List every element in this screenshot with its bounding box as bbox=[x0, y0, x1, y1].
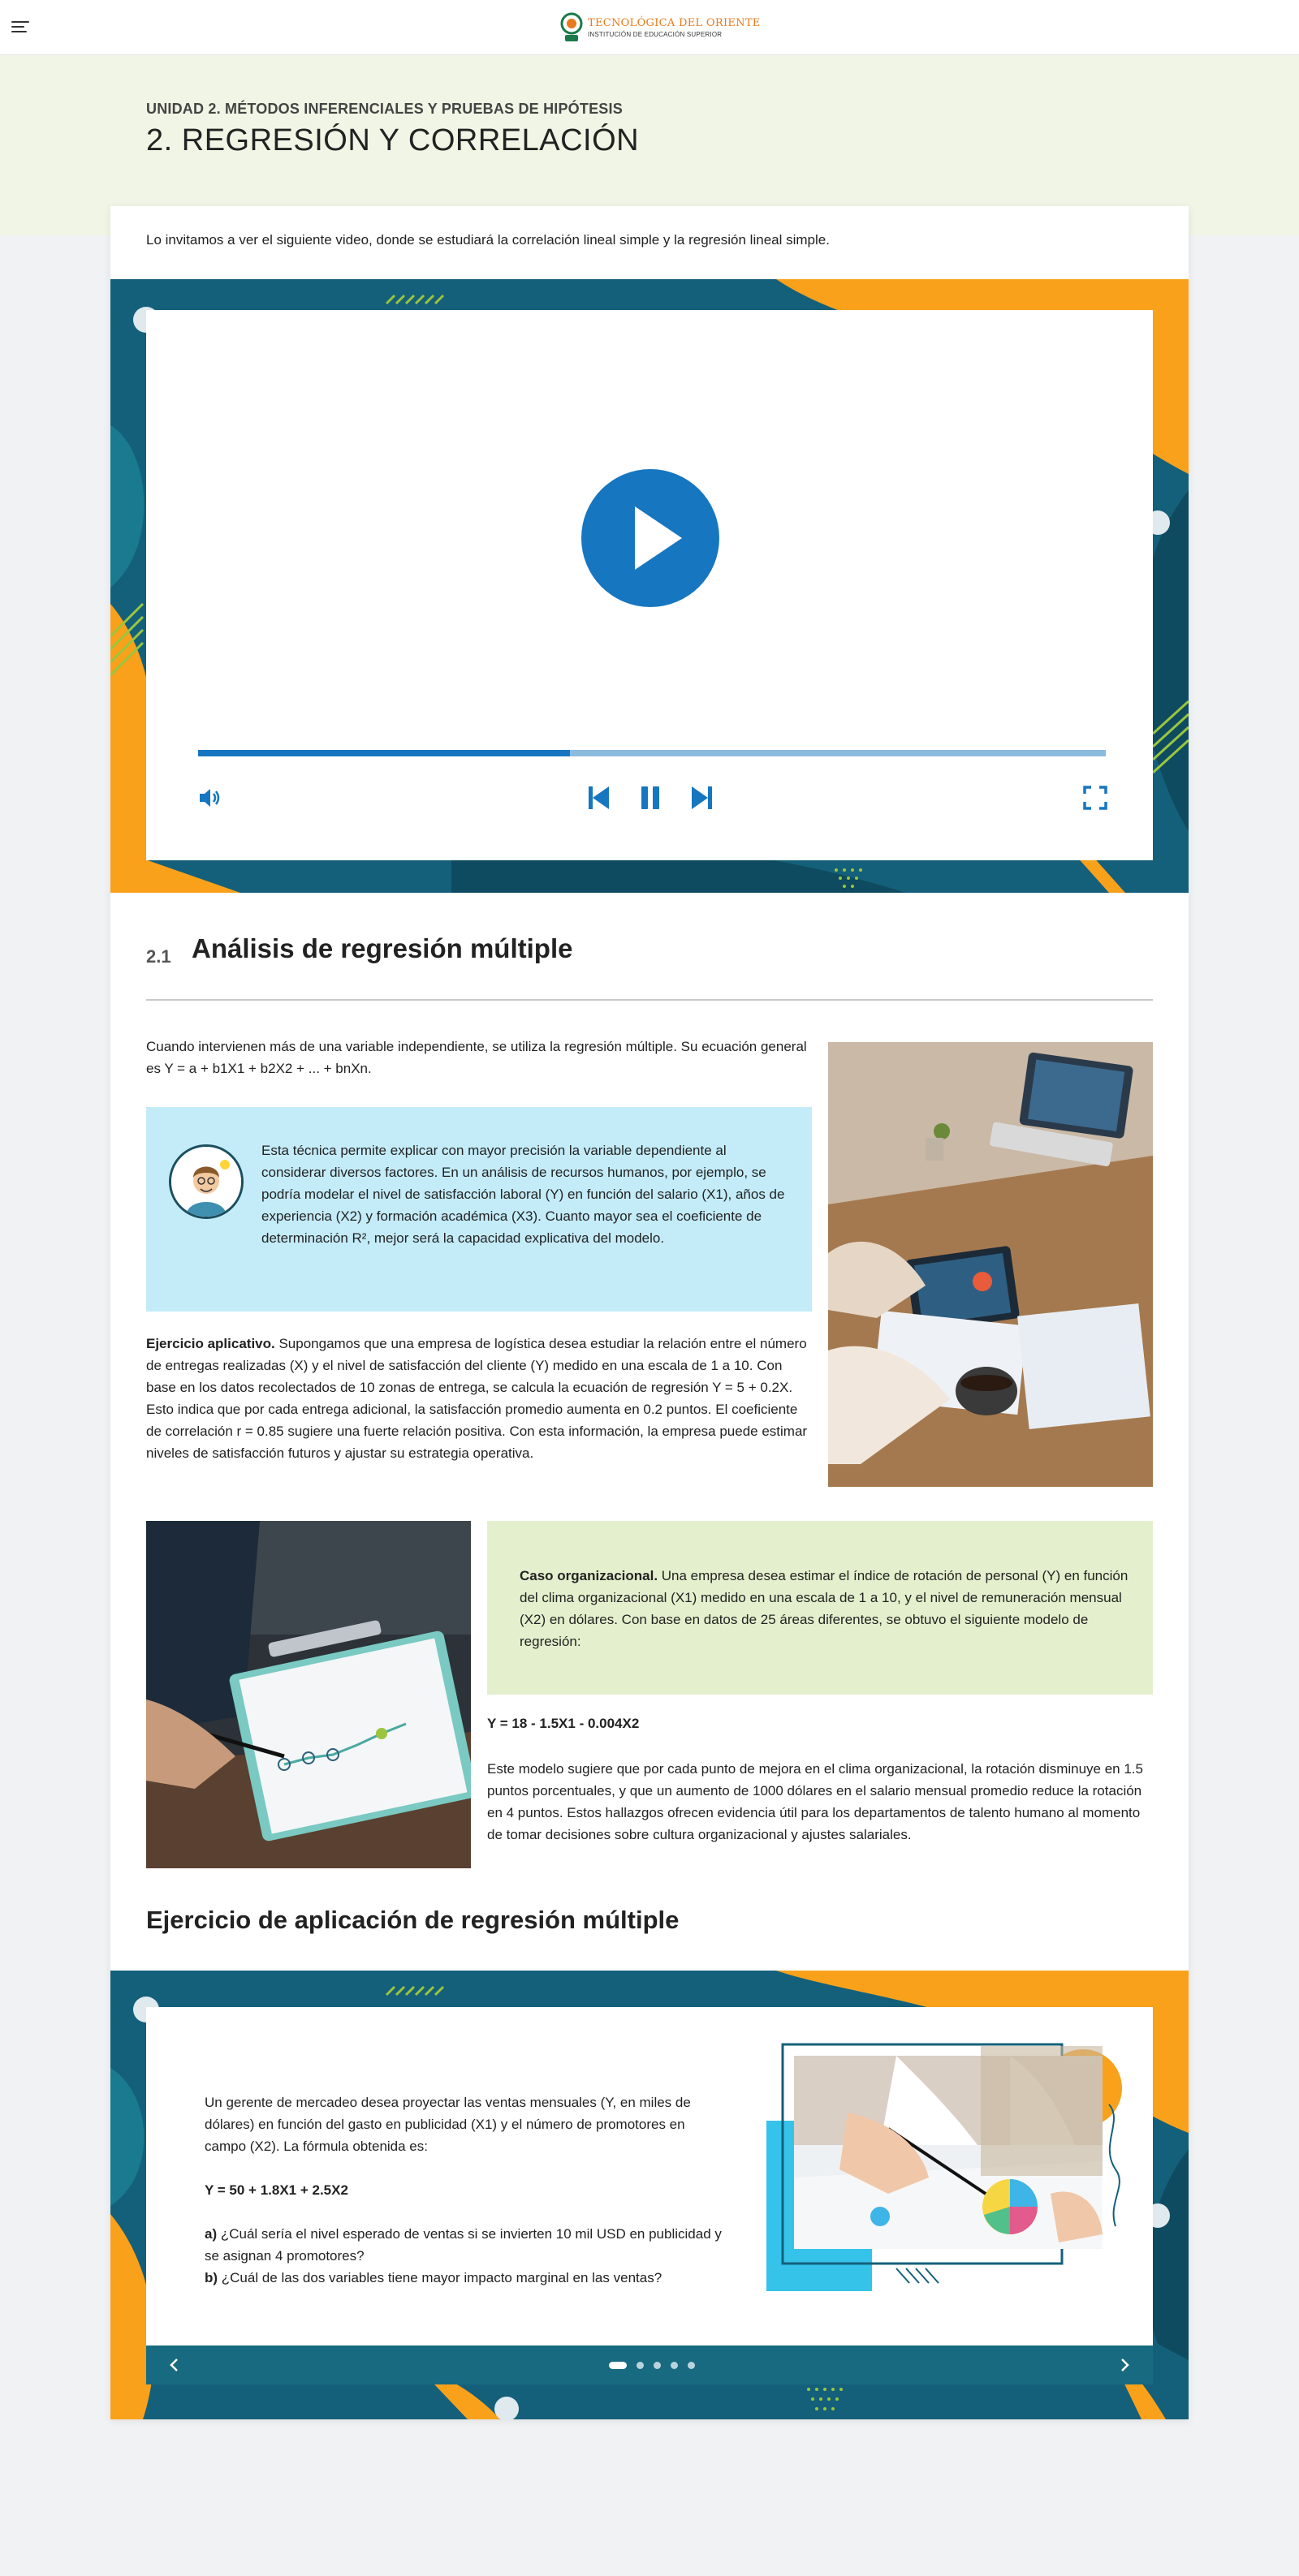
logo-mark-icon bbox=[560, 12, 583, 41]
question-b: b) ¿Cuál de las dos variables tiene mayo… bbox=[205, 2267, 724, 2289]
carousel-slide: Un gerente de mercadeo desea proyectar l… bbox=[146, 2007, 1153, 2346]
content-card: Lo invitamos a ver el siguiente video, d… bbox=[110, 206, 1189, 2419]
teacher-avatar-icon bbox=[169, 1144, 244, 1219]
intro-text: Lo invitamos a ver el siguiente video, d… bbox=[146, 232, 830, 248]
fullscreen-icon[interactable] bbox=[1081, 784, 1109, 812]
regression-intro-text: Cuando intervienen más de una variable i… bbox=[146, 1039, 807, 1076]
pause-icon[interactable] bbox=[637, 784, 664, 812]
exercise-carousel: Un gerente de mercadeo desea proyectar l… bbox=[110, 1971, 1189, 2419]
business-meeting-photo bbox=[828, 1042, 1153, 1487]
logo[interactable]: TECNOLÓGICA DEL ORIENTE INSTITUCIÓN DE E… bbox=[560, 11, 761, 44]
unit-label: UNIDAD 2. MÉTODOS INFERENCIALES Y PRUEBA… bbox=[146, 101, 623, 117]
slide-problem-text: Un gerente de mercadeo desea proyectar l… bbox=[205, 2095, 691, 2154]
question-b-label: b) bbox=[205, 2270, 218, 2285]
case-label: Caso organizacional. bbox=[520, 1568, 658, 1583]
hamburger-menu-icon[interactable] bbox=[11, 21, 29, 34]
video-player[interactable] bbox=[146, 310, 1153, 860]
question-a-label: a) bbox=[205, 2226, 218, 2242]
volume-icon[interactable] bbox=[196, 784, 224, 812]
progress-fill bbox=[198, 750, 571, 756]
case-conclusion-text: Este modelo sugiere que por cada punto d… bbox=[487, 1761, 1143, 1842]
carousel-dot[interactable] bbox=[671, 2362, 678, 2369]
section-divider bbox=[146, 999, 1153, 1001]
chevron-right-icon[interactable] bbox=[1116, 2356, 1133, 2374]
carousel-dot[interactable] bbox=[688, 2362, 695, 2369]
carousel-navigation bbox=[146, 2346, 1153, 2384]
question-a-text: ¿Cuál sería el nivel esperado de ventas … bbox=[205, 2226, 722, 2264]
applied-exercise-label: Ejercicio aplicativo. bbox=[146, 1336, 275, 1351]
section-number: 2.1 bbox=[146, 946, 171, 967]
logo-subtitle: INSTITUCIÓN DE EDUCACIÓN SUPERIOR bbox=[588, 31, 723, 38]
question-b-text: ¿Cuál de las dos variables tiene mayor i… bbox=[218, 2270, 662, 2285]
progress-bar[interactable] bbox=[198, 750, 1106, 756]
next-icon[interactable] bbox=[688, 784, 716, 812]
chevron-left-icon[interactable] bbox=[166, 2356, 183, 2374]
carousel-dots bbox=[609, 2362, 705, 2369]
question-a: a) ¿Cuál sería el nivel esperado de vent… bbox=[205, 2223, 724, 2267]
clipboard-chart-photo bbox=[146, 1521, 471, 1868]
carousel-dot[interactable] bbox=[609, 2362, 627, 2369]
carousel-dot[interactable] bbox=[654, 2362, 661, 2369]
slide-content: Un gerente de mercadeo desea proyectar l… bbox=[205, 2091, 724, 2289]
applied-exercise-body: Supongamos que una empresa de logística … bbox=[146, 1336, 808, 1461]
section-title: Análisis de regresión múltiple bbox=[192, 933, 573, 963]
case-callout-text: Caso organizacional. Una empresa desea e… bbox=[520, 1565, 1129, 1652]
case-formula: Y = 18 - 1.5X1 - 0.004X2 bbox=[487, 1716, 640, 1731]
previous-icon[interactable] bbox=[585, 784, 612, 812]
play-button[interactable] bbox=[581, 469, 719, 607]
info-callout: Esta técnica permite explicar con mayor … bbox=[146, 1107, 812, 1312]
applied-exercise-text: Ejercicio aplicativo. Supongamos que una… bbox=[146, 1333, 812, 1464]
logo-name: TECNOLÓGICA DEL ORIENTE bbox=[588, 17, 761, 29]
slide-formula: Y = 50 + 1.8X1 + 2.5X2 bbox=[205, 2182, 348, 2198]
video-panel bbox=[110, 279, 1189, 893]
page-title: 2. REGRESIÓN Y CORRELACIÓN bbox=[146, 123, 640, 157]
carousel-dot[interactable] bbox=[637, 2362, 644, 2369]
info-callout-text: Esta técnica permite explicar con mayor … bbox=[261, 1143, 785, 1246]
pie-chart-analysis-photo bbox=[766, 2040, 1129, 2298]
top-bar: TECNOLÓGICA DEL ORIENTE INSTITUCIÓN DE E… bbox=[0, 0, 1299, 55]
exercise-heading: Ejercicio de aplicación de regresión múl… bbox=[146, 1906, 680, 1934]
case-callout: Caso organizacional. Una empresa desea e… bbox=[487, 1521, 1153, 1695]
